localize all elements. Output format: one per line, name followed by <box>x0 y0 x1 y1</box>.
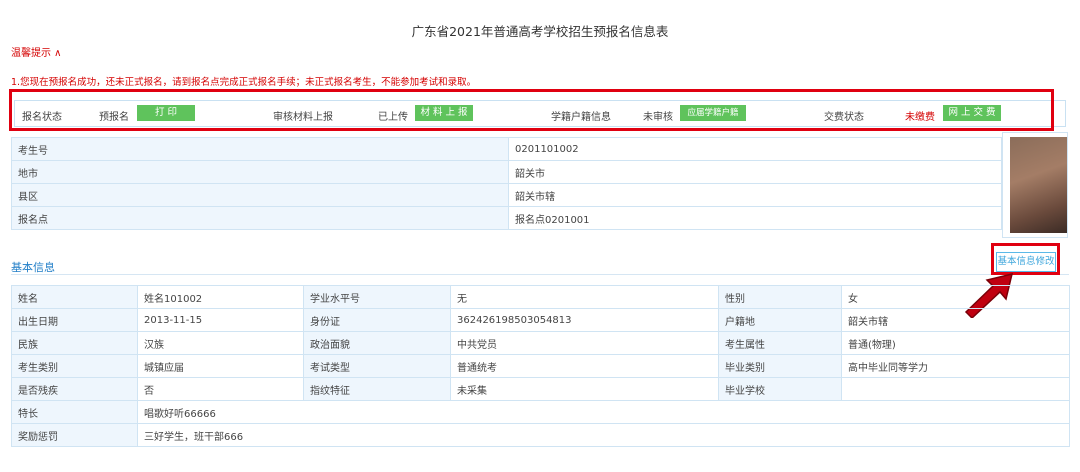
table-cell: 女 <box>841 285 1070 309</box>
table-cell: 指纹特征 <box>303 377 451 401</box>
table-cell: 民族 <box>11 331 138 355</box>
table-row: 民族 汉族 政治面貌 中共党员 考生属性 普通(物理) <box>11 331 1070 355</box>
section-divider <box>11 274 1069 275</box>
table-cell: 特长 <box>11 400 138 424</box>
table-cell: 未采集 <box>450 377 719 401</box>
table-cell: 地市 <box>11 160 509 184</box>
table-cell: 韶关市辖 <box>841 308 1070 332</box>
table-row: 出生日期 2013-11-15 身份证 362426198503054813 户… <box>11 308 1070 332</box>
table-cell: 县区 <box>11 183 509 207</box>
table-cell: 唱歌好听66666 <box>137 400 1070 424</box>
table-row: 报名点 报名点0201001 <box>11 206 1002 230</box>
tip-text: 1.您现在预报名成功，还未正式报名，请到报名点完成正式报名手续；未正式报名考生，… <box>11 77 477 88</box>
table-cell: 汉族 <box>137 331 304 355</box>
table-cell: 考生属性 <box>718 331 842 355</box>
table-cell: 韶关市辖 <box>508 183 1002 207</box>
table-cell: 考生类别 <box>11 354 138 378</box>
table-row: 考生类别 城镇应届 考试类型 普通统考 毕业类别 高中毕业同等学力 <box>11 354 1070 378</box>
table-cell: 出生日期 <box>11 308 138 332</box>
table-cell: 无 <box>450 285 719 309</box>
table-cell: 毕业类别 <box>718 354 842 378</box>
table-cell: 2013-11-15 <box>137 308 304 332</box>
table-cell <box>841 377 1070 401</box>
table-cell: 性别 <box>718 285 842 309</box>
table-cell: 户籍地 <box>718 308 842 332</box>
table-row: 县区 韶关市辖 <box>11 183 1002 207</box>
page-title: 广东省2021年普通高考学校招生预报名信息表 <box>411 24 669 39</box>
table-cell: 身份证 <box>303 308 451 332</box>
basic-info-table: 姓名 姓名101002 学业水平号 无 性别 女 出生日期 2013-11-15… <box>11 285 1070 447</box>
table-row: 特长 唱歌好听66666 <box>11 400 1070 424</box>
table-cell: 报名点0201001 <box>508 206 1002 230</box>
table-cell: 普通统考 <box>450 354 719 378</box>
tip-toggle[interactable]: 温馨提示 ∧ <box>11 44 62 59</box>
status-highlight-frame <box>9 89 1054 131</box>
table-row: 地市 韶关市 <box>11 160 1002 184</box>
table-cell: 姓名101002 <box>137 285 304 309</box>
table-cell: 高中毕业同等学力 <box>841 354 1070 378</box>
table-cell: 0201101002 <box>508 137 1002 161</box>
table-cell: 是否残疾 <box>11 377 138 401</box>
table-cell: 362426198503054813 <box>450 308 719 332</box>
table-cell: 学业水平号 <box>303 285 451 309</box>
table-cell: 报名点 <box>11 206 509 230</box>
table-cell: 政治面貌 <box>303 331 451 355</box>
exam-info-table: 考生号 0201101002 地市 韶关市 县区 韶关市辖 报名点 报名点020… <box>11 137 1002 230</box>
table-cell: 考试类型 <box>303 354 451 378</box>
table-row: 奖励惩罚 三好学生，班干部666 <box>11 423 1070 447</box>
table-cell: 韶关市 <box>508 160 1002 184</box>
table-row: 是否残疾 否 指纹特征 未采集 毕业学校 <box>11 377 1070 401</box>
table-cell: 考生号 <box>11 137 509 161</box>
table-cell: 中共党员 <box>450 331 719 355</box>
section-title-basic-info: 基本信息 <box>11 261 55 274</box>
candidate-photo <box>1010 137 1067 233</box>
table-cell: 姓名 <box>11 285 138 309</box>
table-cell: 毕业学校 <box>718 377 842 401</box>
table-cell: 三好学生，班干部666 <box>137 423 1070 447</box>
table-row: 姓名 姓名101002 学业水平号 无 性别 女 <box>11 285 1070 309</box>
table-cell: 否 <box>137 377 304 401</box>
table-cell: 普通(物理) <box>841 331 1070 355</box>
table-row: 考生号 0201101002 <box>11 137 1002 161</box>
table-cell: 城镇应届 <box>137 354 304 378</box>
table-cell: 奖励惩罚 <box>11 423 138 447</box>
